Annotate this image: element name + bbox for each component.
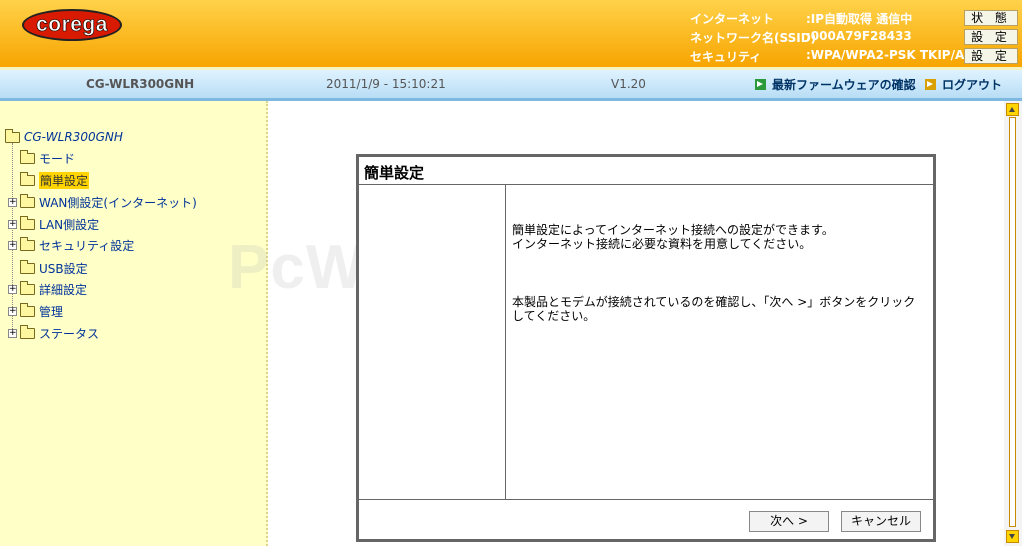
cancel-button[interactable]: キャンセル <box>841 511 921 532</box>
dialog-side-panel <box>359 185 506 499</box>
status-ssid-value: :000A79F28433 <box>806 29 912 43</box>
sidebar-item-wan[interactable]: + WAN側設定(インターネット) <box>8 193 197 211</box>
tree-root[interactable]: CG-WLR300GNH <box>5 128 123 146</box>
firmware-check-link[interactable]: 最新ファームウェアの確認 <box>755 76 916 93</box>
firmware-check-label: 最新ファームウェアの確認 <box>772 78 916 92</box>
header-banner: corega インターネット :IP自動取得 通信中 状 態 ネットワーク名(S… <box>0 0 1022 67</box>
dialog-footer: 次へ > キャンセル <box>359 499 933 539</box>
intro-line-2: インターネット接続に必要な資料を用意してください。 <box>512 237 812 251</box>
sidebar-item-label: 詳細設定 <box>39 282 88 297</box>
sidebar-item-mode[interactable]: モード <box>20 149 75 167</box>
expand-icon[interactable]: + <box>8 306 17 316</box>
arrow-right-icon <box>925 79 936 90</box>
intro-line-1: 簡単設定によってインターネット接続への設定ができます。 <box>512 223 834 237</box>
sidebar-item-label: 管理 <box>39 304 64 319</box>
sidebar-item-status[interactable]: + ステータス <box>8 324 99 342</box>
date-time: 2011/1/9 - 15:10:21 <box>326 77 446 91</box>
expand-icon[interactable]: + <box>8 197 17 207</box>
status-ssid-label: ネットワーク名(SSID) <box>690 31 817 45</box>
sidebar-item-label: セキュリティ設定 <box>39 238 135 253</box>
sidebar-item-easy-setup[interactable]: 簡単設定 <box>20 171 90 189</box>
scroll-track[interactable] <box>1009 117 1016 527</box>
status-internet-label: インターネット <box>690 12 775 26</box>
folder-icon <box>20 149 35 164</box>
folder-open-icon <box>5 128 20 143</box>
sidebar-item-label: LAN側設定 <box>39 217 100 232</box>
corega-logo: corega <box>22 9 122 41</box>
sidebar-tree: CG-WLR300GNH モード 簡単設定 + WAN側設定(インターネット) … <box>0 101 268 546</box>
folder-open-icon <box>20 171 35 186</box>
sidebar-item-security[interactable]: + セキュリティ設定 <box>8 236 134 254</box>
dialog-title: 簡単設定 <box>359 157 933 185</box>
folder-icon <box>20 259 35 274</box>
expand-icon[interactable]: + <box>8 284 17 294</box>
next-button[interactable]: 次へ > <box>749 511 829 532</box>
instruction-paragraph: 本製品とモデムが接続されているのを確認し、「次へ >」ボタンをクリック してくだ… <box>512 295 927 323</box>
scroll-up-arrow-icon[interactable] <box>1006 103 1019 116</box>
scroll-down-arrow-icon[interactable] <box>1006 530 1019 543</box>
vertical-scrollbar[interactable] <box>1004 101 1022 546</box>
status-internet-value: :IP自動取得 通信中 <box>806 12 913 26</box>
ssid-settings-button[interactable]: 設 定 <box>964 29 1018 45</box>
logo-text: corega <box>36 13 108 37</box>
expand-icon[interactable]: + <box>8 240 17 250</box>
sidebar-item-usb[interactable]: USB設定 <box>20 259 88 277</box>
arrow-right-icon <box>755 79 766 90</box>
sidebar-item-label: USB設定 <box>39 261 88 276</box>
sidebar-item-label: モード <box>39 151 76 166</box>
instruction-line-2: してください。 <box>512 309 596 323</box>
instruction-line-1: 本製品とモデムが接続されているのを確認し、「次へ >」ボタンをクリック <box>512 295 916 309</box>
folder-icon <box>20 236 35 251</box>
dialog-content: 簡単設定によってインターネット接続への設定ができます。 インターネット接続に必要… <box>507 185 933 499</box>
sidebar-item-advanced[interactable]: + 詳細設定 <box>8 280 87 298</box>
folder-icon <box>20 215 35 230</box>
sidebar-item-label: WAN側設定(インターネット) <box>39 195 197 210</box>
easy-setup-dialog: 簡単設定 簡単設定によってインターネット接続への設定ができます。 インターネット… <box>356 154 936 542</box>
logout-link[interactable]: ログアウト <box>925 76 1002 93</box>
folder-icon <box>20 193 35 208</box>
model-name: CG-WLR300GNH <box>86 77 195 91</box>
folder-icon <box>20 280 35 295</box>
expand-icon[interactable]: + <box>8 219 17 229</box>
status-security-label: セキュリティ <box>690 50 762 64</box>
sidebar-item-admin[interactable]: + 管理 <box>8 302 63 320</box>
expand-icon[interactable]: + <box>8 328 17 338</box>
logout-label: ログアウト <box>942 78 1003 92</box>
intro-paragraph: 簡単設定によってインターネット接続への設定ができます。 インターネット接続に必要… <box>512 223 927 251</box>
status-security-value: :WPA/WPA2-PSK TKIP/AES <box>806 48 982 62</box>
security-settings-button[interactable]: 設 定 <box>964 48 1018 64</box>
sidebar-item-lan[interactable]: + LAN側設定 <box>8 215 99 233</box>
tree-root-label: CG-WLR300GNH <box>24 130 123 144</box>
sidebar-item-label: 簡単設定 <box>39 171 90 189</box>
firmware-version: V1.20 <box>611 77 646 91</box>
info-bar: CG-WLR300GNH 2011/1/9 - 15:10:21 V1.20 最… <box>0 70 1022 98</box>
internet-status-button[interactable]: 状 態 <box>964 10 1018 26</box>
folder-icon <box>20 302 35 317</box>
sidebar-item-label: ステータス <box>39 326 100 341</box>
folder-icon <box>20 324 35 339</box>
